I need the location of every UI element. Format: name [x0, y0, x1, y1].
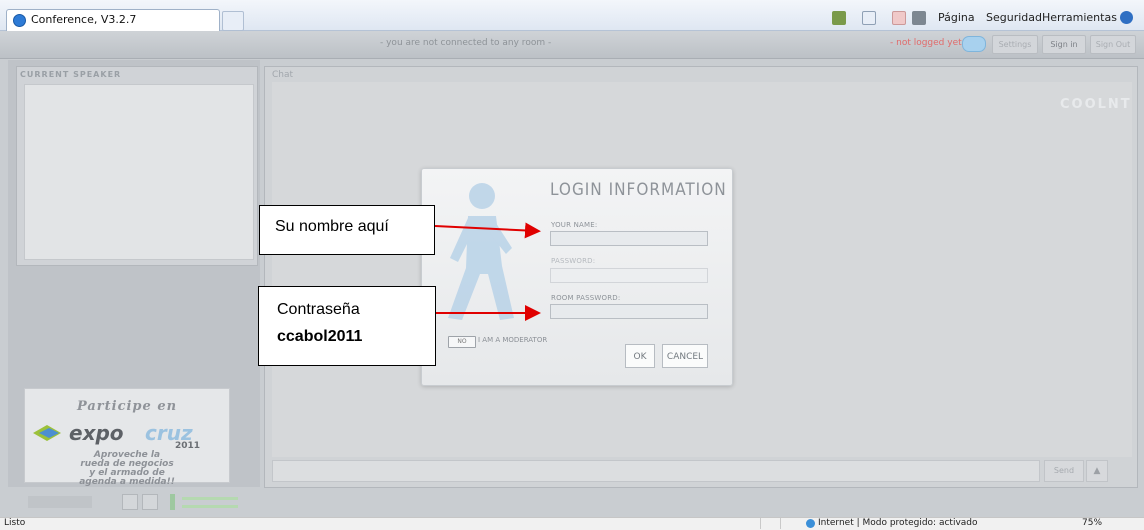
password-input[interactable]: [550, 268, 708, 283]
person-walking-icon: [448, 183, 514, 320]
sign-out-button[interactable]: Sign Out: [1090, 35, 1136, 54]
send-button[interactable]: Send: [1044, 460, 1084, 482]
lock-button[interactable]: ▲: [1086, 460, 1108, 482]
ok-button[interactable]: OK: [625, 344, 655, 368]
sign-in-button[interactable]: Sign in: [1042, 35, 1086, 54]
name-callout-text: Su nombre aquí: [275, 218, 389, 235]
bottom-status-strip: [28, 496, 92, 508]
your-name-input[interactable]: [550, 231, 708, 246]
home-icon[interactable]: [832, 11, 846, 25]
volume-indicator: [170, 494, 175, 510]
connection-status: - you are not connected to any room -: [380, 38, 552, 48]
print-icon[interactable]: [912, 11, 926, 25]
expocruz-banner[interactable]: Participe en expo cruz 2011 Aproveche la…: [24, 388, 230, 487]
settings-gear-icon[interactable]: [142, 494, 158, 510]
mic-slider[interactable]: [182, 505, 238, 508]
expocruz-logo-mark: [33, 425, 61, 441]
password-callout: Contraseña ccabol2011: [258, 286, 436, 366]
new-tab-button[interactable]: [222, 11, 244, 31]
room-password-label: ROOM PASSWORD:: [551, 294, 621, 302]
tab-title: Conference, V3.2.7: [31, 13, 137, 26]
chat-title: Chat: [272, 70, 294, 80]
internet-zone-icon: [806, 519, 815, 528]
zoom-level[interactable]: 75%: [1082, 518, 1102, 528]
view-toggle[interactable]: [962, 36, 986, 52]
status-divider: [780, 518, 781, 529]
password-callout-text: Contraseña: [277, 301, 360, 318]
name-callout: Su nombre aquí: [259, 205, 435, 255]
tools-menu[interactable]: Herramientas: [1042, 11, 1117, 24]
ie-icon: [13, 14, 26, 27]
banner-year: 2011: [175, 441, 201, 451]
banner-headline: Participe en: [76, 399, 178, 414]
help-icon[interactable]: [1120, 11, 1133, 24]
moderator-label: I AM A MODERATOR: [478, 336, 548, 344]
help-button[interactable]: [122, 494, 138, 510]
app-logo: COOLNT: [1060, 97, 1132, 112]
password-callout-value: ccabol2011: [277, 328, 363, 345]
your-name-label: YOUR NAME:: [551, 221, 598, 229]
current-speaker-title: CURRENT SPEAKER: [20, 70, 122, 79]
banner-logo-expo: expo: [69, 421, 124, 445]
banner-copy-line: agenda a medida!!: [79, 477, 175, 487]
page-menu[interactable]: Página: [938, 11, 975, 24]
browser-tab[interactable]: Conference, V3.2.7: [6, 9, 220, 31]
chat-input[interactable]: [272, 460, 1040, 482]
security-zone: Internet | Modo protegido: activado: [818, 518, 978, 528]
security-menu[interactable]: Seguridad: [986, 11, 1042, 24]
room-password-input[interactable]: [550, 304, 708, 319]
moderator-toggle[interactable]: NO: [448, 336, 476, 348]
login-status: - not logged yet -: [890, 38, 968, 48]
speaker-video-area: [24, 84, 254, 260]
status-divider: [760, 518, 761, 529]
mail-icon[interactable]: [892, 11, 906, 25]
feeds-icon[interactable]: [862, 11, 876, 25]
login-title: LOGIN INFORMATION: [550, 180, 727, 200]
settings-button[interactable]: Settings: [992, 35, 1038, 54]
status-text: Listo: [4, 518, 26, 528]
cancel-button[interactable]: CANCEL: [662, 344, 708, 368]
volume-slider[interactable]: [182, 497, 238, 500]
banner-copy: Aproveche la rueda de negocios y el arma…: [25, 451, 229, 487]
password-label: PASSWORD:: [551, 257, 596, 265]
